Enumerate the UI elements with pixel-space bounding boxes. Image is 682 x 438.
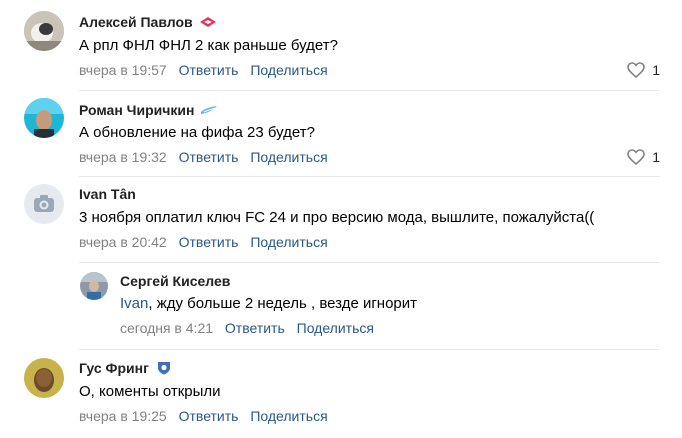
divider <box>79 176 660 177</box>
comment-text: Ivan, жду больше 2 недель , везде игнори… <box>120 295 417 312</box>
mention-link[interactable]: Ivan <box>120 295 148 312</box>
share-button[interactable]: Поделиться <box>297 320 374 336</box>
comment-text: А рпл ФНЛ ФНЛ 2 как раньше будет? <box>79 37 338 54</box>
author-name[interactable]: Ivan Tân <box>79 186 136 202</box>
heart-icon <box>627 62 646 79</box>
divider <box>79 349 660 350</box>
comment-date[interactable]: вчера в 20:42 <box>79 234 167 250</box>
comment-date[interactable]: вчера в 19:57 <box>79 62 167 78</box>
zenit-logo-icon <box>201 106 218 114</box>
avatar[interactable] <box>80 272 108 300</box>
comment-date[interactable]: вчера в 19:32 <box>79 149 167 165</box>
share-button[interactable]: Поделиться <box>250 62 327 78</box>
comment-text: А обновление на фифа 23 будет? <box>79 124 315 141</box>
spartak-logo-icon <box>199 17 216 27</box>
share-button[interactable]: Поделиться <box>250 408 327 424</box>
author-name[interactable]: Сергей Киселев <box>120 273 230 289</box>
avatar[interactable] <box>24 184 64 224</box>
share-button[interactable]: Поделиться <box>250 234 327 250</box>
reply-button[interactable]: Ответить <box>179 149 239 165</box>
avatar[interactable] <box>24 358 64 398</box>
comment-date[interactable]: сегодня в 4:21 <box>120 320 213 336</box>
comment-body: , жду больше 2 недель , везде игнорит <box>148 295 418 312</box>
crest-logo-icon <box>157 362 170 375</box>
share-button[interactable]: Поделиться <box>250 149 327 165</box>
reply-button[interactable]: Ответить <box>225 320 285 336</box>
avatar[interactable] <box>24 98 64 138</box>
like-count: 1 <box>652 149 660 165</box>
like-button[interactable]: 1 <box>626 148 660 166</box>
reply-button[interactable]: Ответить <box>179 408 239 424</box>
like-button[interactable]: 1 <box>626 61 660 79</box>
author-name[interactable]: Роман Чиричкин <box>79 102 194 118</box>
comment-text: 3 ноября оплатил ключ FC 24 и про версию… <box>79 209 595 226</box>
reply-button[interactable]: Ответить <box>179 234 239 250</box>
divider <box>79 90 660 91</box>
comment-date[interactable]: вчера в 19:25 <box>79 408 167 424</box>
camera-icon <box>24 184 64 224</box>
author-name[interactable]: Алексей Павлов <box>79 14 193 30</box>
reply-button[interactable]: Ответить <box>179 62 239 78</box>
heart-icon <box>627 149 646 166</box>
author-name[interactable]: Гус Фринг <box>79 360 149 376</box>
like-count: 1 <box>652 62 660 78</box>
divider <box>79 262 660 263</box>
comment-text: О, коменты открыли <box>79 383 221 400</box>
avatar[interactable] <box>24 11 64 51</box>
